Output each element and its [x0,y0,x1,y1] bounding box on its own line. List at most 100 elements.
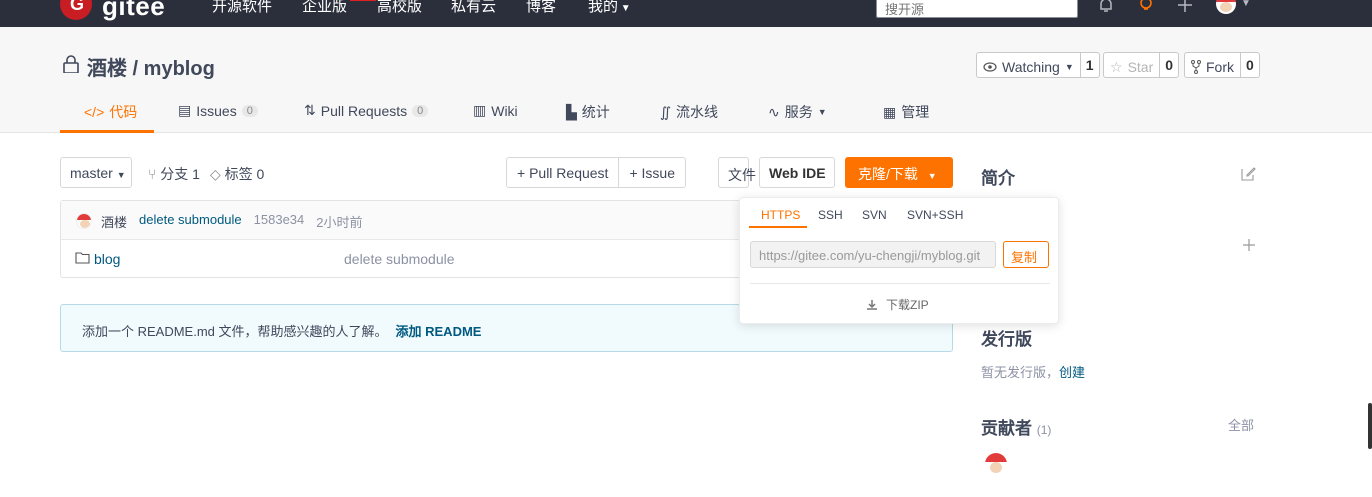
user-avatar[interactable] [1216,0,1236,14]
tab-label: 统计 [581,104,610,120]
branch-count: 分支 1 [160,166,200,182]
lock-icon [63,55,79,73]
bell-icon[interactable] [1097,0,1115,19]
tab-issues[interactable]: ▤ Issues 0 [178,102,258,119]
star-button[interactable]: ☆ Star [1104,53,1159,77]
plus-icon[interactable] [1242,238,1256,252]
eye-icon [983,62,997,72]
title-separator: / [127,58,144,80]
issues-badge: 0 [241,104,258,117]
contributors-label: 贡献者 [981,419,1032,438]
tab-label: Issues [196,102,237,119]
watch-button-group: Watching ▼ 1 [976,52,1100,78]
plus-icon[interactable] [1176,0,1194,19]
tab-label: Wiki [491,102,518,119]
commit-author-avatar[interactable] [76,213,92,229]
fork-count[interactable]: 0 [1240,53,1259,77]
release-title: 发行版 [981,330,1032,349]
commit-author[interactable]: 酒楼 [101,212,127,231]
chevron-down-icon: ▼ [817,107,827,117]
contributors-all-link[interactable]: 全部 [1228,415,1254,434]
nav-mine[interactable]: 我的 ▼ [588,0,631,16]
web-ide-button[interactable]: Web IDE [759,157,835,188]
clone-url-field[interactable]: https://gitee.com/yu-chengji/myblog.git [750,241,996,268]
chevron-down-icon: ▼ [1064,62,1074,72]
tab-pipeline[interactable]: ∬ 流水线 [660,102,718,122]
tab-pull-requests[interactable]: ⇅ Pull Requests 0 [304,102,429,119]
project-owner[interactable]: 酒楼 [87,58,127,80]
nav-open-source[interactable]: 开源软件 [212,0,272,16]
star-label: Star [1127,59,1154,75]
contributors-title: 贡献者 (1) [981,414,1051,439]
nav-education[interactable]: 高校版 [377,0,422,16]
tag-count-link[interactable]: ◇ 标签 0 [210,164,264,184]
release-text: 暂无发行版， [981,365,1060,380]
chevron-down-icon: ▼ [618,3,631,14]
tab-svn[interactable]: SVN [862,208,887,222]
active-tab-indicator [60,130,154,133]
create-release-link[interactable]: 创建 [1059,365,1085,380]
tab-svn-ssh[interactable]: SVN+SSH [907,208,963,222]
contributors-count: (1) [1036,423,1052,437]
fork-icon [1191,60,1201,74]
file-label: 文件 [728,167,756,183]
edit-icon[interactable] [1241,166,1256,181]
tab-ssh[interactable]: SSH [818,208,843,222]
tab-manage[interactable]: ▦ 管理 [883,102,929,122]
file-commit-message[interactable]: delete submodule [344,251,455,267]
pr-issue-group: + Pull Request + Issue [506,157,686,188]
service-icon: ∿ [768,103,780,120]
download-zip-link[interactable]: 下载ZIP [866,296,929,313]
nav-blog[interactable]: 博客 [526,0,556,16]
copy-button[interactable]: 复制 [1003,241,1049,268]
file-button[interactable]: 文件 [718,157,756,188]
file-name[interactable]: blog [94,251,120,267]
branch-count-link[interactable]: ⑂ 分支 1 [148,164,200,184]
fork-button[interactable]: Fork [1185,53,1240,77]
watch-label: Watching [1002,59,1060,75]
project-name[interactable]: myblog [144,58,215,80]
code-icon: </> [84,104,105,120]
scrollbar-thumb[interactable] [1368,403,1372,449]
watch-button[interactable]: Watching ▼ [977,53,1080,77]
add-readme-link[interactable]: 添加 README [396,324,482,339]
download-icon [867,299,877,310]
chevron-down-icon[interactable]: ▼ [1241,0,1251,9]
wiki-icon: ▥ [473,102,487,118]
tab-label: 流水线 [676,104,719,120]
tab-code[interactable]: </> 代码 [84,102,137,122]
tab-label: 代码 [109,104,138,120]
nav-mine-label: 我的 [588,0,619,15]
new-pull-request-button[interactable]: + Pull Request [507,158,618,187]
manage-icon: ▦ [883,103,897,120]
star-count[interactable]: 0 [1159,53,1178,77]
fork-button-group: Fork 0 [1184,52,1260,78]
branch-icon: ⑂ [148,166,157,182]
star-button-group: ☆ Star 0 [1103,52,1180,78]
tab-stats[interactable]: ▙ 统计 [566,102,610,122]
branch-select[interactable]: master ▼ [60,157,132,188]
active-tab-indicator [749,226,807,228]
stats-icon: ▙ [566,103,577,120]
commit-message[interactable]: delete submodule [139,212,242,231]
lightbulb-icon[interactable] [1137,0,1155,19]
commit-hash[interactable]: 1583e34 [254,212,305,231]
contributor-avatar[interactable] [985,453,1007,475]
tab-label: Pull Requests [320,102,408,119]
tab-https[interactable]: HTTPS [761,208,800,222]
watch-count[interactable]: 1 [1079,53,1099,77]
logo-text[interactable]: gitee [102,0,165,22]
nav-hot-marker [350,0,376,1]
clone-dropdown: HTTPS SSH SVN SVN+SSH https://gitee.com/… [739,197,1059,324]
nav-enterprise[interactable]: 企业版 [302,0,347,16]
pipeline-icon: ∬ [660,103,672,120]
chevron-down-icon: ▼ [927,171,937,181]
tab-service[interactable]: ∿ 服务 ▼ [768,102,827,122]
branch-info: ⑂ 分支 1 ◇ 标签 0 [148,164,264,184]
tab-wiki[interactable]: ▥ Wiki [473,102,518,119]
new-issue-button[interactable]: + Issue [618,158,685,187]
nav-private-cloud[interactable]: 私有云 [451,0,496,16]
clone-download-button[interactable]: 克隆/下载 ▼ [845,157,953,188]
search-input[interactable] [876,0,1078,18]
commit-time: 2小时前 [316,215,363,230]
